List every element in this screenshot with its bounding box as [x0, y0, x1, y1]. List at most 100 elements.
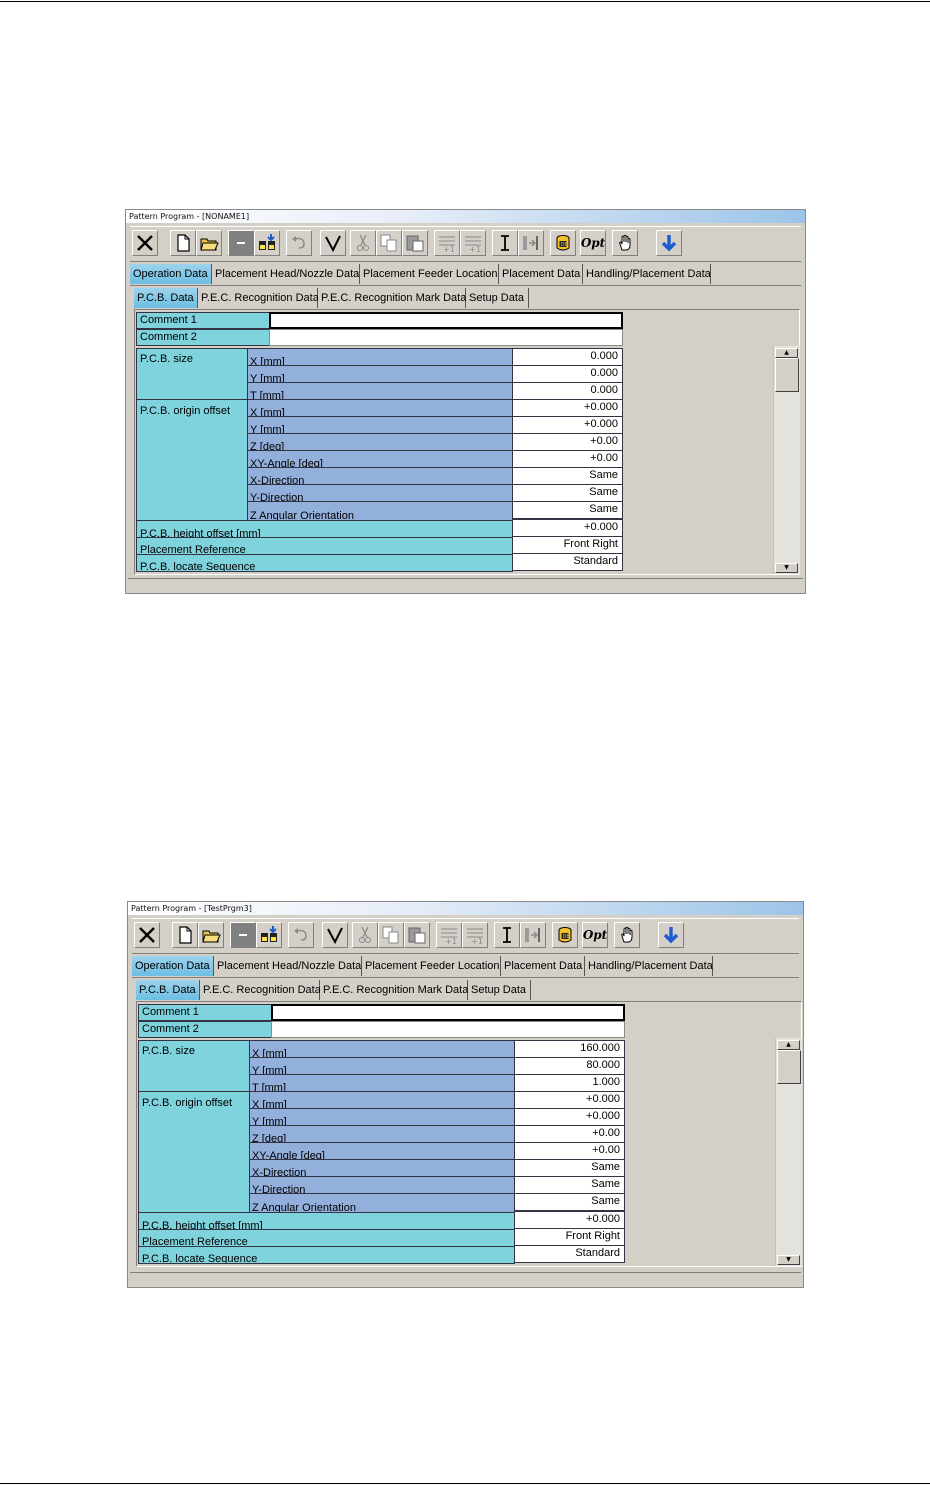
save-icon[interactable] — [254, 230, 280, 256]
optimize-icon[interactable]: Opt — [582, 922, 608, 948]
z-angular-orientation-value[interactable]: Same — [514, 1193, 625, 1211]
goto-icon[interactable] — [520, 922, 546, 948]
cut-icon[interactable] — [350, 230, 376, 256]
text-cursor-icon[interactable] — [494, 922, 520, 948]
scroll-down-arrow-icon[interactable]: ▼ — [775, 563, 798, 573]
z-angular-orientation-value[interactable]: Same — [512, 501, 623, 519]
scroll-up-arrow-icon[interactable]: ▲ — [775, 348, 798, 358]
close-icon[interactable] — [134, 922, 160, 948]
paste-icon[interactable] — [404, 922, 430, 948]
offset-xy-angle-value[interactable]: +0.00 — [512, 450, 623, 468]
check-icon[interactable] — [322, 922, 348, 948]
placement-reference-value[interactable]: Front Right — [514, 1228, 625, 1246]
offset-xy-angle-value[interactable]: +0.00 — [514, 1142, 625, 1160]
new-file-icon[interactable] — [172, 922, 198, 948]
comment1-label: Comment 1 — [138, 1004, 272, 1021]
pcb-size-t-label: T [mm] — [249, 1074, 515, 1092]
scroll-down-arrow-icon[interactable]: ▼ — [777, 1255, 800, 1265]
offset-z-label: Z [deg] — [249, 1125, 515, 1143]
tab-handling-placement-data[interactable]: Handling/Placement Data — [583, 264, 711, 284]
pcb-size-y-value[interactable]: 80.000 — [514, 1057, 625, 1075]
tab-pec-recognition-data[interactable]: P.E.C. Recognition Data — [198, 288, 319, 308]
insert-plus-icon-2[interactable]: +1 — [460, 230, 486, 256]
goto-icon[interactable] — [518, 230, 544, 256]
z-angular-orientation-label: Z Angular Orientation — [247, 501, 513, 521]
tab-pec-recognition-mark-data[interactable]: P.E.C. Recognition Mark Data — [318, 288, 466, 308]
tab-placement-feeder-location[interactable]: Placement Feeder Location — [360, 264, 499, 284]
offset-x-value[interactable]: +0.000 — [512, 399, 623, 417]
paste-icon[interactable] — [402, 230, 428, 256]
database-icon[interactable]: DB — [552, 922, 578, 948]
comment2-input[interactable] — [269, 329, 623, 346]
pcb-size-t-value[interactable]: 1.000 — [514, 1074, 625, 1092]
offset-z-value[interactable]: +0.00 — [512, 433, 623, 451]
offset-y-value[interactable]: +0.000 — [512, 416, 623, 434]
comment2-input[interactable] — [271, 1021, 625, 1038]
offset-x-value[interactable]: +0.000 — [514, 1091, 625, 1109]
tab-placement-data[interactable]: Placement Data — [499, 264, 583, 284]
insert-plus-icon[interactable]: +1 — [434, 230, 460, 256]
tab-placement-feeder-location[interactable]: Placement Feeder Location — [362, 956, 501, 976]
pcb-height-offset-label: P.C.B. height offset [mm] — [138, 1212, 515, 1230]
scroll-thumb[interactable] — [777, 1050, 801, 1084]
hand-icon[interactable] — [614, 922, 640, 948]
download-arrow-icon[interactable] — [658, 922, 684, 948]
y-direction-value[interactable]: Same — [514, 1176, 625, 1194]
undo-icon[interactable] — [288, 922, 314, 948]
x-direction-value[interactable]: Same — [514, 1159, 625, 1177]
pcb-size-x-value[interactable]: 160.000 — [514, 1040, 625, 1058]
comment1-input[interactable] — [271, 1004, 625, 1021]
check-icon[interactable] — [320, 230, 346, 256]
hand-icon[interactable] — [612, 230, 638, 256]
database-icon[interactable]: DB — [550, 230, 576, 256]
download-arrow-icon[interactable] — [656, 230, 682, 256]
placement-reference-label: Placement Reference — [136, 537, 513, 555]
text-cursor-icon[interactable] — [492, 230, 518, 256]
pcb-size-y-value[interactable]: 0.000 — [512, 365, 623, 383]
save-icon[interactable] — [256, 922, 282, 948]
comment1-input[interactable] — [269, 312, 623, 329]
tab-pcb-data[interactable]: P.C.B. Data — [134, 288, 198, 308]
tab-pcb-data[interactable]: P.C.B. Data — [136, 980, 200, 1000]
open-folder-icon[interactable] — [198, 922, 224, 948]
pcb-locate-sequence-value[interactable]: Standard — [512, 553, 623, 571]
open-folder-icon[interactable] — [196, 230, 222, 256]
scroll-up-arrow-icon[interactable]: ▲ — [777, 1040, 800, 1050]
close-icon[interactable] — [132, 230, 158, 256]
copy-icon[interactable] — [378, 922, 404, 948]
pcb-size-x-value[interactable]: 0.000 — [512, 348, 623, 366]
minimize-icon[interactable] — [228, 230, 254, 256]
optimize-icon[interactable]: Opt — [580, 230, 606, 256]
undo-icon[interactable] — [286, 230, 312, 256]
minimize-icon[interactable] — [230, 922, 256, 948]
insert-plus-icon[interactable]: +1 — [436, 922, 462, 948]
pattern-program-window-1: Pattern Program - [NONAME1] +1 +1 DB Opt… — [125, 209, 806, 594]
offset-x-label: X [mm] — [249, 1091, 515, 1109]
insert-plus-icon-2[interactable]: +1 — [462, 922, 488, 948]
tab-placement-head-nozzle-data[interactable]: Placement Head/Nozzle Data — [212, 264, 360, 284]
cut-icon[interactable] — [352, 922, 378, 948]
vertical-scrollbar[interactable]: ▲ ▼ — [773, 346, 800, 574]
tab-setup-data[interactable]: Setup Data — [468, 980, 531, 1000]
tab-operation-data[interactable]: Operation Data — [130, 264, 212, 284]
copy-icon[interactable] — [376, 230, 402, 256]
tab-pec-recognition-mark-data[interactable]: P.E.C. Recognition Mark Data — [320, 980, 468, 1000]
tab-operation-data[interactable]: Operation Data — [132, 956, 214, 976]
pcb-locate-sequence-value[interactable]: Standard — [514, 1245, 625, 1263]
offset-y-value[interactable]: +0.000 — [514, 1108, 625, 1126]
tab-placement-data[interactable]: Placement Data — [501, 956, 585, 976]
placement-reference-value[interactable]: Front Right — [512, 536, 623, 554]
y-direction-value[interactable]: Same — [512, 484, 623, 502]
tab-setup-data[interactable]: Setup Data — [466, 288, 529, 308]
pcb-size-t-value[interactable]: 0.000 — [512, 382, 623, 400]
tab-placement-head-nozzle-data[interactable]: Placement Head/Nozzle Data — [214, 956, 362, 976]
vertical-scrollbar[interactable]: ▲ ▼ — [775, 1038, 802, 1266]
offset-z-value[interactable]: +0.00 — [514, 1125, 625, 1143]
pcb-height-offset-value[interactable]: +0.000 — [514, 1211, 625, 1229]
scroll-thumb[interactable] — [775, 358, 799, 392]
new-file-icon[interactable] — [170, 230, 196, 256]
tab-pec-recognition-data[interactable]: P.E.C. Recognition Data — [200, 980, 321, 1000]
x-direction-value[interactable]: Same — [512, 467, 623, 485]
tab-handling-placement-data[interactable]: Handling/Placement Data — [585, 956, 713, 976]
pcb-height-offset-value[interactable]: +0.000 — [512, 519, 623, 537]
